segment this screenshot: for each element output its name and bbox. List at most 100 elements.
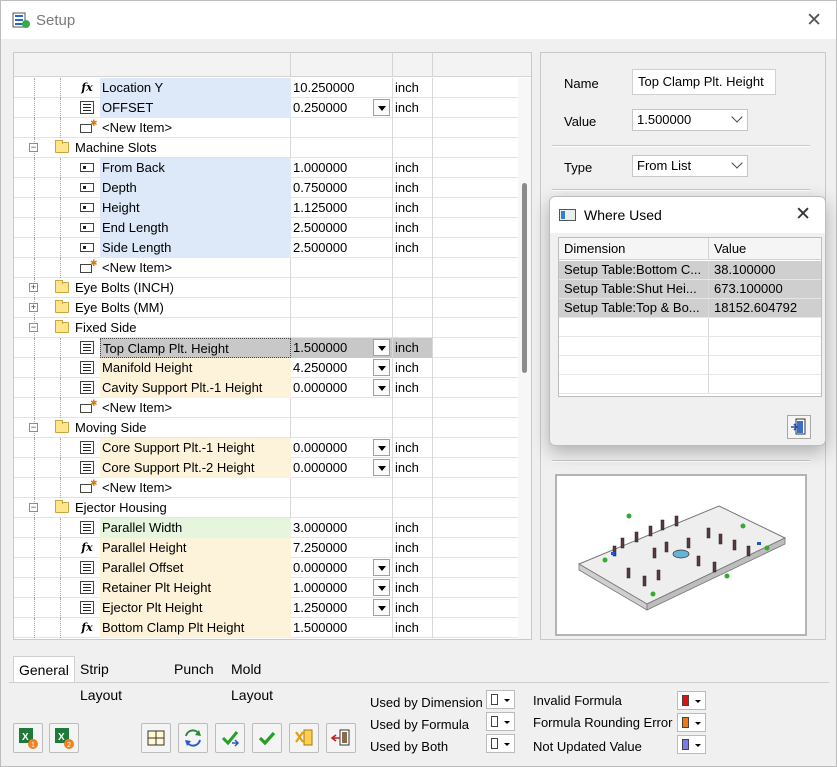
value-cell[interactable]: 1.000000 [291,578,393,598]
formula-rounding-error-color-picker[interactable] [677,713,706,732]
ok-button[interactable] [252,723,282,753]
value-cell[interactable]: 7.250000 [291,538,393,558]
not-updated-value-color-picker[interactable] [677,735,706,754]
tab-strip-layout[interactable]: Strip Layout [75,656,127,703]
value-cell[interactable]: 1.125000 [291,198,393,218]
name-cell: Core Support Plt.-1 Height [14,438,291,458]
table-row[interactable]: Retainer Plt Height 1.000000 inch [14,578,518,598]
table-row[interactable]: Parallel Width 3.000000 inch [14,518,518,538]
refresh-button[interactable] [178,723,208,753]
value-cell[interactable]: 0.000000 [291,378,393,398]
close-icon[interactable]: ✕ [795,203,811,226]
header-unit-column[interactable] [393,53,433,76]
where-used-row[interactable]: Setup Table:Shut Hei... 673.100000 [559,280,821,299]
grid-vertical-scrollbar[interactable] [518,78,531,639]
value-dropdown-button[interactable] [373,379,390,396]
value-cell[interactable]: 0.250000 [291,98,393,118]
tree-group-row[interactable]: − Machine Slots [14,138,518,158]
value-dropdown-button[interactable] [373,459,390,476]
table-row[interactable]: Cavity Support Plt.-1 Height 0.000000 inch [14,378,518,398]
name-field[interactable]: Top Clamp Plt. Height [632,69,776,95]
value-dropdown-button[interactable] [373,599,390,616]
layout-button[interactable] [141,723,171,753]
table-row[interactable]: <New Item> [14,117,518,138]
where-used-row[interactable]: Setup Table:Top & Bo... 18152.604792 [559,299,821,318]
table-row[interactable]: Depth 0.750000 inch [14,178,518,198]
invalid-formula-color-picker[interactable] [677,691,706,710]
tab-mold-layout[interactable]: Mold Layout [226,656,278,703]
value-cell[interactable]: 2.500000 [291,218,393,238]
list-icon [80,561,94,574]
tab-punch[interactable]: Punch [169,656,219,682]
value-cell[interactable]: 0.000000 [291,558,393,578]
scrollbar-thumb[interactable] [522,183,527,373]
table-row[interactable]: <New Item> [14,257,518,278]
collapse-icon[interactable]: − [29,323,38,332]
value-dropdown-button[interactable] [373,99,390,116]
table-row[interactable]: Top Clamp Plt. Height 1.500000 inch [14,338,518,358]
value-dropdown-button[interactable] [373,339,390,356]
tree-group-row[interactable]: − Moving Side [14,418,518,438]
table-row[interactable]: fx Location Y 10.250000 inch [14,78,518,98]
table-row[interactable]: <New Item> [14,477,518,498]
value-cell[interactable]: 3.000000 [291,518,393,538]
table-row[interactable]: End Length 2.500000 inch [14,218,518,238]
tree-line [60,78,61,98]
expand-icon[interactable]: + [29,303,38,312]
close-icon[interactable]: ✕ [806,9,822,32]
tree-group-row[interactable]: + Eye Bolts (MM) [14,298,518,318]
export-button[interactable] [326,723,356,753]
table-row[interactable]: From Back 1.000000 inch [14,158,518,178]
type-dropdown[interactable]: From List [632,155,748,177]
where-used-row[interactable]: Setup Table:Bottom C... 38.100000 [559,261,821,280]
table-row[interactable]: fx Bottom Clamp Plt Height 1.500000 inch [14,618,518,638]
expand-icon[interactable]: + [29,283,38,292]
value-cell[interactable]: 1.000000 [291,158,393,178]
table-row[interactable]: Ejector Plt Height 1.250000 inch [14,598,518,618]
table-row[interactable]: <New Item> [14,397,518,418]
collapse-icon[interactable]: − [29,423,38,432]
value-dropdown[interactable]: 1.500000 [632,109,748,131]
table-row[interactable]: fx Parallel Height 7.250000 inch [14,538,518,558]
tab-general[interactable]: General [13,656,75,682]
used-by-dimension-color-picker[interactable] [486,690,515,709]
value-cell[interactable]: 1.250000 [291,598,393,618]
used-by-formula-color-picker[interactable] [486,712,515,731]
tree-group-row[interactable]: + Eye Bolts (INCH) [14,278,518,298]
value-dropdown-button[interactable] [373,439,390,456]
value-cell[interactable]: 0.000000 [291,438,393,458]
row-label: End Length [100,218,291,238]
value-dropdown-button[interactable] [373,579,390,596]
table-row[interactable]: Side Length 2.500000 inch [14,238,518,258]
tree-group-row[interactable]: − Ejector Housing [14,498,518,518]
used-by-both-color-picker[interactable] [486,734,515,753]
value-cell[interactable]: 0.750000 [291,178,393,198]
value-dropdown-button[interactable] [373,559,390,576]
table-row[interactable]: Manifold Height 4.250000 inch [14,358,518,378]
value-dropdown-button[interactable] [373,359,390,376]
exit-button[interactable] [787,415,811,439]
delete-button[interactable] [289,723,319,753]
value-cell[interactable]: 2.500000 [291,238,393,258]
dimension-column-header[interactable]: Dimension [559,238,709,260]
header-value-column[interactable] [291,53,393,76]
value-cell[interactable]: 0.000000 [291,458,393,478]
header-name-column[interactable] [14,53,291,76]
table-row[interactable]: Core Support Plt.-2 Height 0.000000 inch [14,458,518,478]
import-excel-2-button[interactable]: X 2 [49,723,79,753]
collapse-icon[interactable]: − [29,503,38,512]
value-cell[interactable]: 4.250000 [291,358,393,378]
table-row[interactable]: Core Support Plt.-1 Height 0.000000 inch [14,438,518,458]
table-row[interactable]: Parallel Offset 0.000000 inch [14,558,518,578]
table-row[interactable]: Height 1.125000 inch [14,198,518,218]
import-excel-1-button[interactable]: X 1 [13,723,43,753]
dropdown-arrow-icon [504,699,510,702]
value-cell[interactable]: 1.500000 [291,618,393,638]
table-row[interactable]: OFFSET 0.250000 inch [14,98,518,118]
value-column-header[interactable]: Value [709,238,821,260]
value-cell[interactable]: 10.250000 [291,78,393,98]
apply-arrow-button[interactable] [215,723,245,753]
collapse-icon[interactable]: − [29,143,38,152]
tree-group-row[interactable]: − Fixed Side [14,318,518,338]
value-cell[interactable]: 1.500000 [291,338,393,358]
